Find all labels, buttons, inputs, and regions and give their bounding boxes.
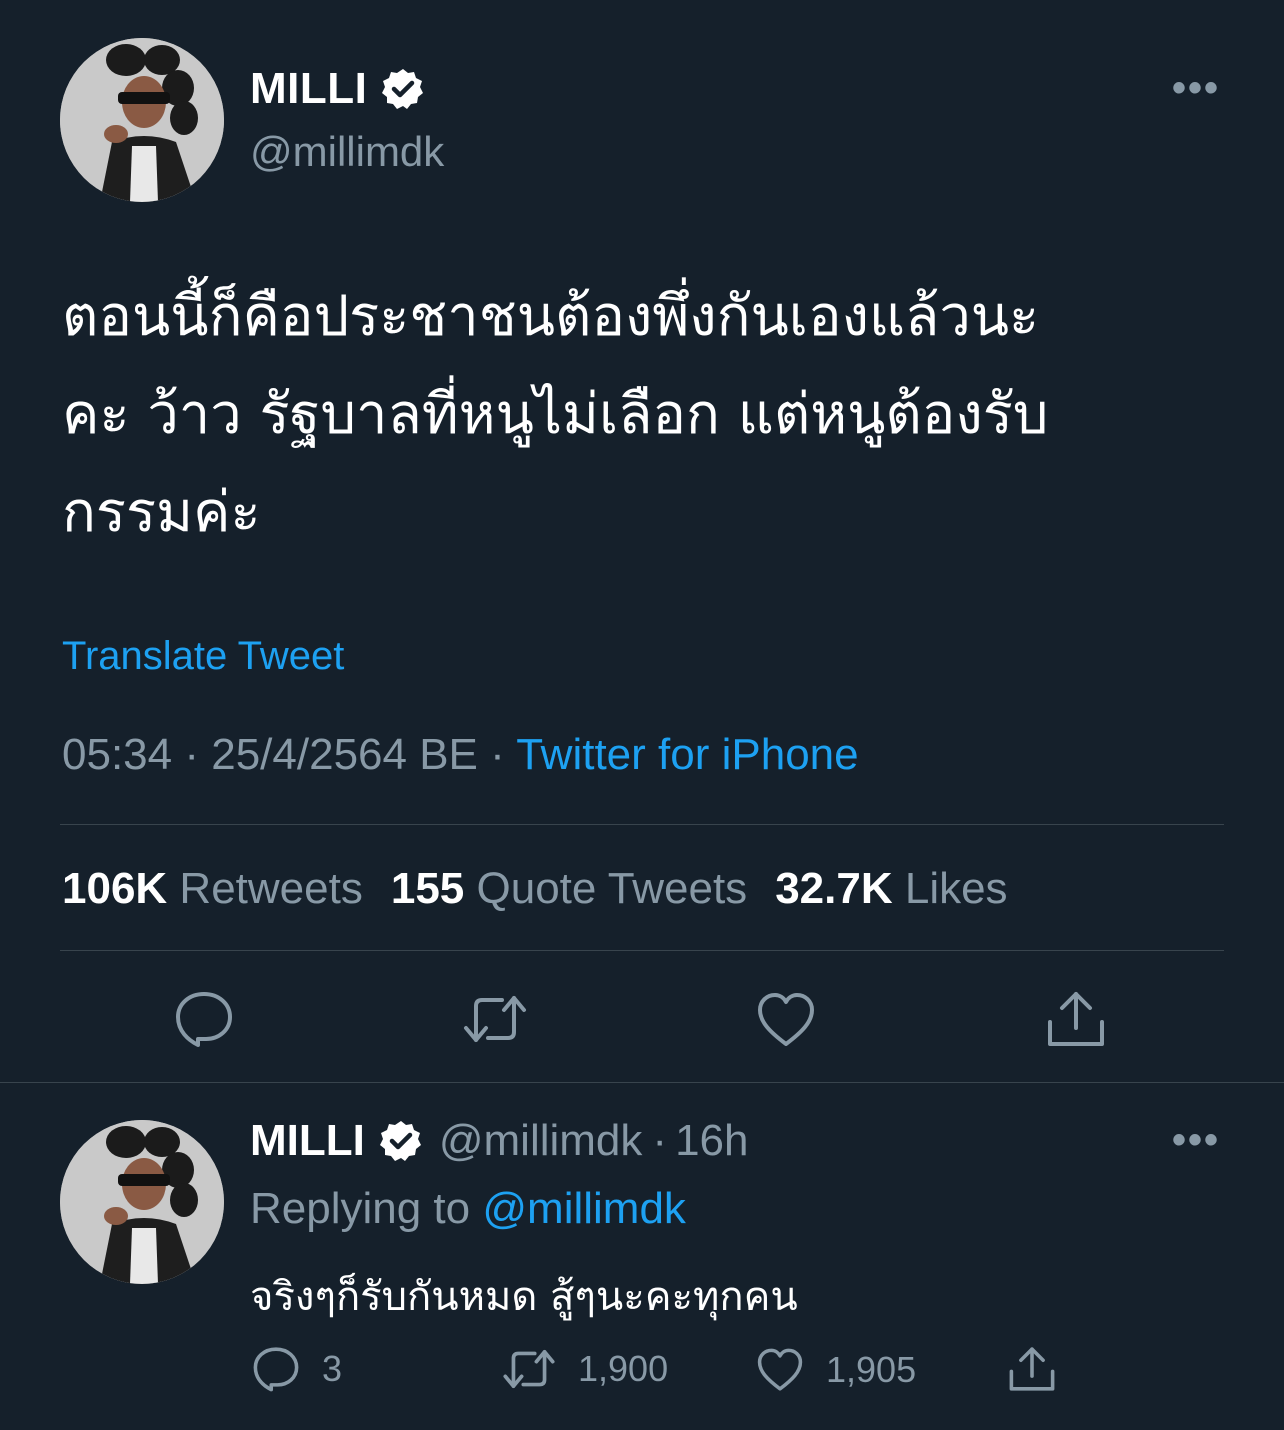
tweet-stats: 106K Retweets 155 Quote Tweets 32.7K Likes [62,864,1008,914]
reply-share-button[interactable] [1008,1346,1056,1392]
reply-author-handle[interactable]: @millimdk [439,1116,643,1166]
retweets-stat[interactable]: 106K Retweets [62,864,363,913]
meta-separator: · [184,730,199,779]
author-display-name[interactable]: MILLI [250,64,367,114]
reply-retweet-button[interactable]: 1,900 [502,1348,668,1390]
meta-separator: · [490,730,505,779]
tweet-text-line: กรรมค่ะ [62,480,261,545]
tweet-time[interactable]: 05:34 [62,730,172,779]
verified-badge-icon [382,69,424,109]
share-icon [1048,992,1104,1046]
meta-separator: · [652,1116,668,1165]
replying-to: Replying to @millimdk [250,1184,686,1234]
tweet-source-link[interactable]: Twitter for iPhone [516,730,858,779]
translate-tweet-link[interactable]: Translate Tweet [62,634,344,679]
reply-more-icon[interactable]: ••• [1172,1118,1220,1163]
retweets-count: 106K [62,864,168,913]
reply-header: MILLI @millimdk · 16h [250,1116,748,1166]
quote-tweets-count: 155 [390,864,465,913]
avatar-image [60,1120,224,1284]
reply-author-avatar[interactable] [60,1120,224,1284]
divider [60,824,1224,825]
share-button[interactable] [1046,990,1106,1048]
share-icon [1009,1347,1055,1391]
retweet-count: 1,900 [578,1348,669,1389]
like-icon [757,1348,803,1391]
reply-icon [176,992,232,1047]
reply-button[interactable] [174,990,234,1048]
verified-badge-icon [379,1121,421,1161]
quote-tweets-stat[interactable]: 155 Quote Tweets [391,864,747,913]
tweet-text-line: ตอนนี้ก็คือประชาชนต้องพึ่งกันเองแล้วนะ [62,284,1040,349]
more-icon[interactable]: ••• [1172,66,1220,111]
likes-label: Likes [904,864,1008,913]
author-avatar[interactable] [60,38,224,202]
divider [0,1082,1284,1083]
tweet-text-line: คะ ว้าว รัฐบาลที่หนูไม่เลือก แต่หนูต้องร… [62,382,1049,447]
like-button[interactable] [756,992,816,1048]
likes-count: 32.7K [775,864,893,913]
reply-icon [253,1347,299,1392]
likes-stat[interactable]: 32.7K Likes [775,864,1007,913]
retweets-label: Retweets [179,864,363,913]
quote-tweets-label: Quote Tweets [476,864,748,913]
avatar-image [60,38,224,202]
divider [60,950,1224,951]
reply-time[interactable]: 16h [675,1116,748,1166]
replying-to-handle-link[interactable]: @millimdk [482,1184,686,1233]
reply-like-button[interactable]: 1,905 [756,1348,916,1392]
author-handle[interactable]: @millimdk [250,128,444,176]
reply-count: 3 [322,1348,343,1389]
tweet-date[interactable]: 25/4/2564 BE [211,730,478,779]
retweet-icon [503,1349,555,1389]
retweet-button[interactable] [462,994,528,1044]
reply-reply-button[interactable]: 3 [252,1346,342,1392]
like-icon [758,993,814,1046]
tweet-text: ตอนนี้ก็คือประชาชนต้องพึ่งกันเองแล้วนะ ค… [62,268,1232,562]
tweet-meta: 05:34 · 25/4/2564 BE · Twitter for iPhon… [62,730,859,780]
author-name-row: MILLI [250,64,425,114]
replying-to-label: Replying to [250,1184,471,1233]
retweet-icon [464,996,526,1042]
reply-text: จริงๆก็รับกันหมด สู้ๆนะคะทุกคน [250,1274,798,1320]
like-count: 1,905 [826,1349,917,1390]
reply-author-name[interactable]: MILLI [250,1116,365,1166]
